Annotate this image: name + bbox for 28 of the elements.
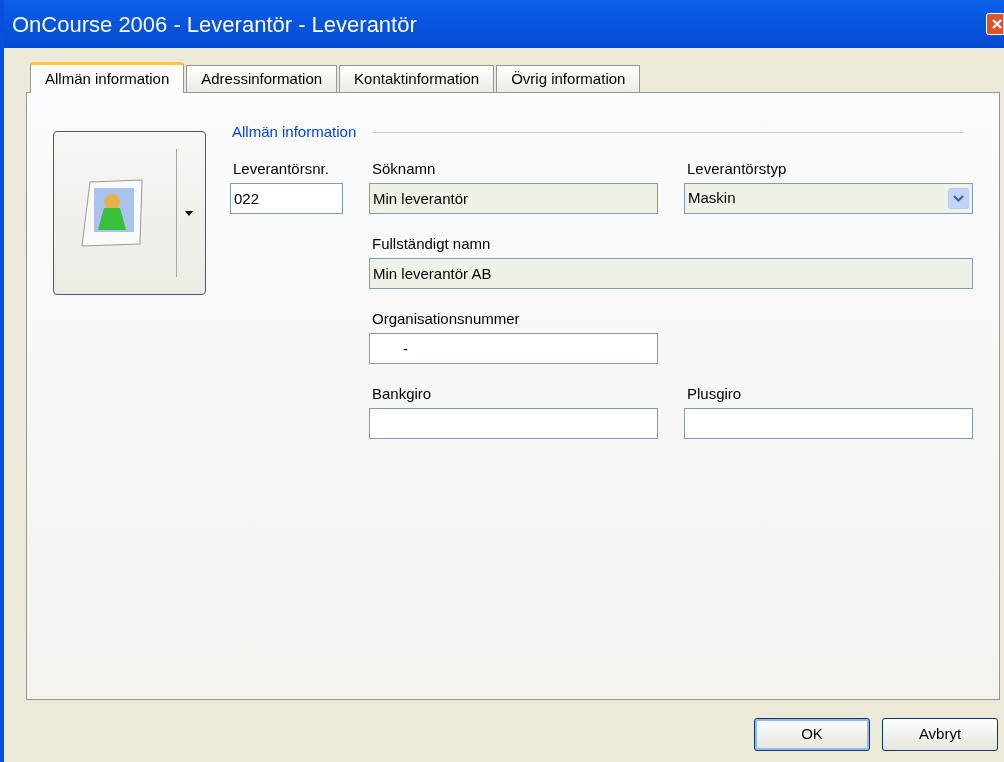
image-icon	[80, 178, 144, 248]
close-icon	[991, 18, 1003, 30]
input-field[interactable]: -	[369, 332, 658, 364]
tab[interactable]: Adressinformation	[186, 65, 338, 92]
field-label: Plusgiro	[686, 384, 743, 403]
field-label: Leverantörstyp	[686, 159, 788, 178]
field-label: Organisationsnummer	[371, 309, 521, 328]
window-title: OnCourse 2006 - Leverantör - Leverantör	[12, 10, 417, 39]
dropdown[interactable]: Maskin	[684, 182, 973, 214]
dialog-button[interactable]: OK	[754, 718, 870, 751]
caret-icon[interactable]	[185, 210, 193, 216]
input-field[interactable]	[369, 407, 658, 439]
input-field[interactable]	[684, 407, 973, 439]
field-label: Bankgiro	[371, 384, 433, 403]
tab[interactable]: Övrig information	[496, 65, 641, 92]
input-field[interactable]: Min leverantör AB	[369, 257, 973, 289]
input-field[interactable]: 022	[230, 182, 343, 214]
field-label: Söknamn	[371, 159, 437, 178]
tab[interactable]: Kontaktinformation	[339, 65, 495, 92]
input-field[interactable]: Min leverantör	[369, 182, 658, 214]
field-label: Leverantörsnr.	[232, 159, 330, 178]
chevron-icon	[948, 187, 969, 209]
field-label: Fullständigt namn	[371, 234, 492, 253]
group-title: Allmän information	[232, 122, 357, 142]
picture-button[interactable]	[53, 131, 206, 295]
tab[interactable]: Allmän information	[30, 62, 185, 93]
dialog-button[interactable]: Avbryt	[882, 718, 998, 751]
close-button[interactable]	[986, 13, 1004, 35]
